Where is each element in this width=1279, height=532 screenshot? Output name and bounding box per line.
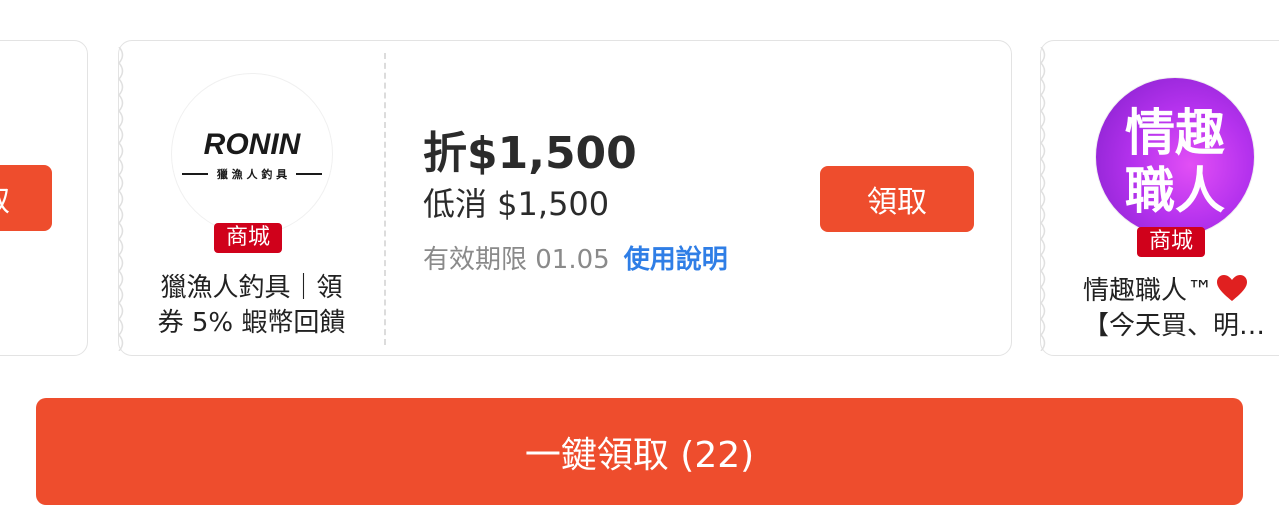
shop-name-next-line1: 情趣職人™ (1083, 273, 1265, 309)
voucher-validity: 有效期限 01.05 使用說明 (423, 239, 728, 276)
claim-button-previous-label: 取 (0, 176, 10, 220)
mall-badge-next: 商城 (1137, 227, 1206, 257)
qingqu-logo-line1: 情趣 (1125, 103, 1225, 162)
ronin-logo-icon: RONIN 獵 漁 人 釣 具 (182, 128, 322, 181)
voucher-min-spend: 低消 $1,500 (423, 185, 610, 223)
ronin-logo-text: RONIN (204, 128, 302, 161)
ticket-divider (384, 53, 386, 345)
shop-logo-ronin[interactable]: RONIN 獵 漁 人 釣 具 (171, 73, 333, 235)
usage-instructions-link[interactable]: 使用說明 (624, 245, 728, 275)
voucher-card: RONIN 獵 漁 人 釣 具 商城 獵漁人釣具｜領 券 5% 蝦幣回饋 折$1… (118, 40, 1012, 356)
mall-badge: 商城 (214, 223, 283, 253)
heart-icon (1217, 275, 1248, 301)
claim-all-button[interactable]: 一鍵領取 (22) (36, 398, 1243, 505)
claim-button-label: 領取 (867, 185, 927, 220)
shop-name-line2: 券 5% 蝦幣回饋 (157, 308, 346, 338)
voucher-card-next: 情趣 職人 商城 情趣職人™ 【今天買、明… (1040, 40, 1279, 356)
qingqu-logo-icon: 情趣 職人 (1125, 103, 1225, 220)
shop-name-next-line2: 【今天買、明… (1083, 311, 1266, 341)
ticket-edge-decoration-next (1040, 47, 1046, 351)
claim-all-label: 一鍵領取 (22) (524, 434, 755, 476)
claim-button-previous[interactable]: 取 (0, 165, 52, 231)
shop-name-next[interactable]: 情趣職人™ 【今天買、明… (1083, 273, 1265, 344)
shop-name-next-line1-text: 情趣職人™ (1083, 276, 1214, 306)
shop-logo-qingqu[interactable]: 情趣 職人 (1095, 77, 1255, 237)
mall-badge-label: 商城 (226, 225, 271, 250)
ronin-logo-subtext: 獵 漁 人 釣 具 (216, 167, 287, 181)
claim-button[interactable]: 領取 (820, 166, 974, 232)
voucher-expiry: 有效期限 01.05 (423, 245, 610, 275)
mall-badge-next-label: 商城 (1149, 229, 1194, 254)
shop-name[interactable]: 獵漁人釣具｜領 券 5% 蝦幣回饋 (119, 271, 384, 341)
voucher-discount: 折$1,500 (423, 128, 637, 179)
qingqu-logo-line2: 職人 (1125, 161, 1225, 220)
shop-name-line1: 獵漁人釣具｜領 (160, 273, 343, 303)
